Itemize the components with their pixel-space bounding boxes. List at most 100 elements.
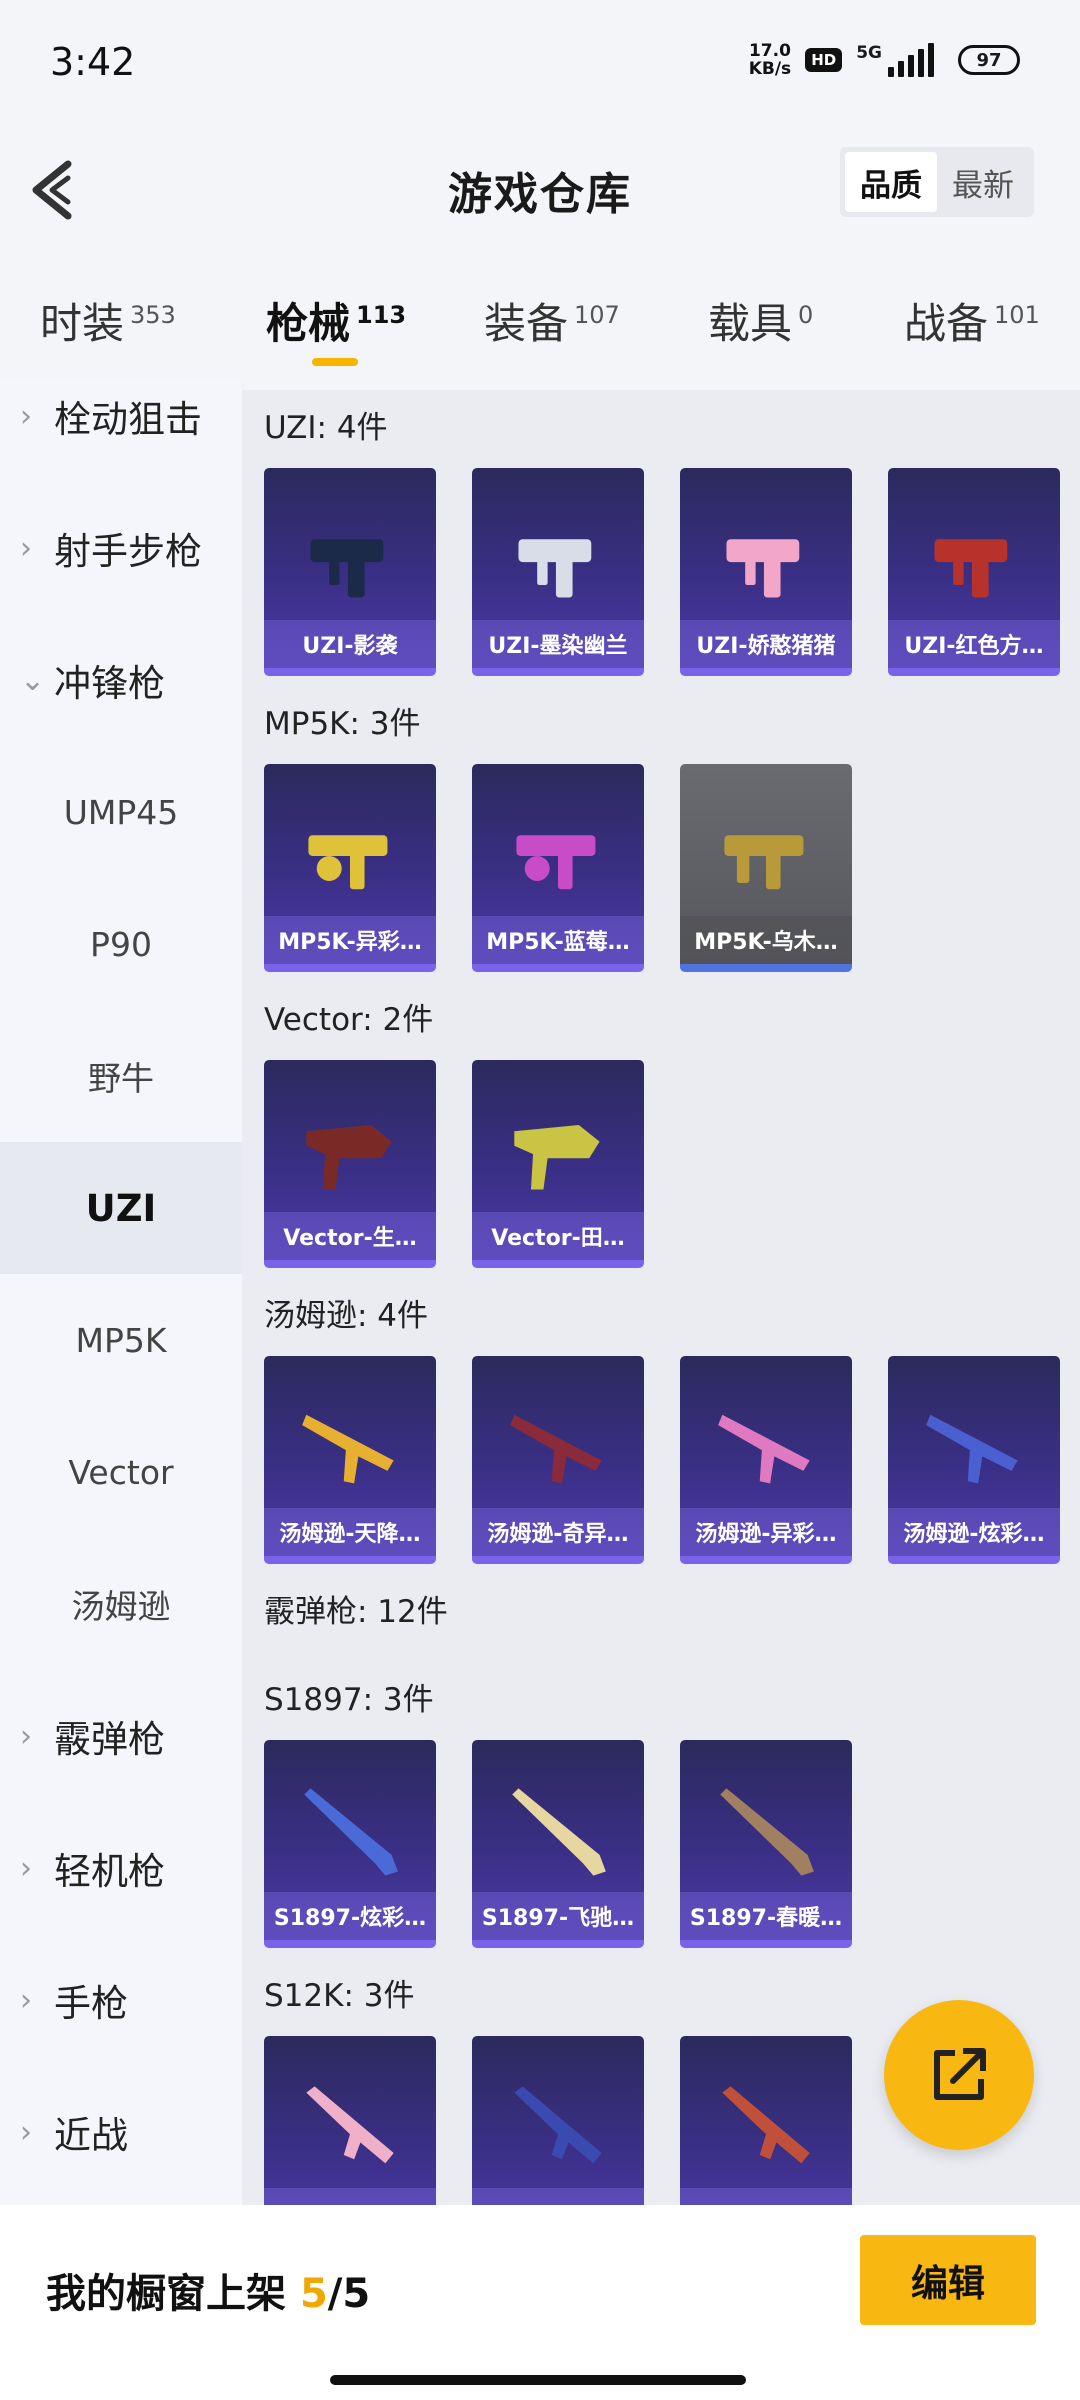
weapon-card[interactable]: 汤姆逊-天降… (264, 1356, 436, 1564)
sidebar-item-vector[interactable]: Vector (0, 1406, 242, 1538)
tab-supplies[interactable]: 战备 101 (904, 290, 1040, 370)
home-indicator[interactable] (330, 2375, 746, 2385)
hd-icon: HD (805, 48, 843, 72)
sidebar-item-bolt-sniper[interactable]: › 栓动狙击 (0, 380, 242, 482)
weapon-name: 汤姆逊-奇异… (472, 1508, 644, 1556)
sidebar-item-ump45[interactable]: UMP45 (0, 746, 242, 878)
sidebar-item-uzi[interactable]: UZI (0, 1142, 242, 1274)
weapon-card[interactable]: S1897-飞驰… (472, 1740, 644, 1948)
weapon-name (264, 2188, 436, 2205)
uzi-icon (726, 539, 800, 598)
weapon-name: MP5K-蓝莓… (472, 916, 644, 964)
weapon-name: 汤姆逊-天降… (264, 1508, 436, 1556)
weapon-card[interactable]: UZI-影袭 (264, 468, 436, 676)
status-icons: 17.0 KB/s HD 5G 97 (749, 42, 1020, 78)
chevron-down-icon: ⌄ (20, 662, 46, 698)
mp5k-icon (308, 835, 388, 890)
showcase-total-count: /5 (327, 2271, 371, 2317)
weapon-card[interactable]: Vector-生… (264, 1060, 436, 1268)
weapon-name (472, 2188, 644, 2205)
thompson-icon (718, 1414, 810, 1484)
shotgun-icon (720, 1788, 814, 1876)
mp5k-icon (724, 835, 804, 890)
sidebar-item-lmg[interactable]: › 轻机枪 (0, 1802, 242, 1934)
battery-icon: 97 (958, 45, 1020, 75)
weapon-name: 汤姆逊-异彩… (680, 1508, 852, 1556)
weapon-name: S1897-春暖… (680, 1892, 852, 1940)
weapon-card[interactable]: S1897-炫彩… (264, 1740, 436, 1948)
shotgun-icon (304, 1788, 398, 1876)
thompson-icon (302, 1414, 394, 1484)
weapon-name: S1897-飞驰… (472, 1892, 644, 1940)
weapon-card[interactable]: UZI-墨染幽兰 (472, 468, 644, 676)
weapon-card[interactable] (264, 2036, 436, 2205)
weapon-card[interactable]: Vector-田… (472, 1060, 644, 1268)
weapon-card[interactable]: 汤姆逊-炫彩… (888, 1356, 1060, 1564)
weapon-name: Vector-生… (264, 1212, 436, 1260)
weapon-name: MP5K-异彩… (264, 916, 436, 964)
uzi-icon (934, 539, 1008, 598)
status-time: 3:42 (50, 40, 136, 84)
weapon-card[interactable]: 汤姆逊-奇异… (472, 1356, 644, 1564)
weapon-card[interactable]: 汤姆逊-异彩… (680, 1356, 852, 1564)
weapon-card[interactable]: MP5K-乌木… (680, 764, 852, 972)
s12k-icon (306, 2086, 394, 2164)
tab-vehicles[interactable]: 载具 0 (708, 290, 813, 370)
header: 游戏仓库 品质 最新 (0, 130, 1080, 250)
showcase-label: 我的橱窗上架 5/5 (46, 2271, 371, 2317)
weapon-sidebar: › 栓动狙击 › 射手步枪 ⌄ 冲锋枪 UMP45 P90 野牛 UZI MP5K V… (0, 380, 242, 2205)
chevron-right-icon: › (20, 1718, 32, 1754)
sidebar-item-bizon[interactable]: 野牛 (0, 1010, 242, 1142)
group-title-shotgun: 霰弹枪: 12件 (264, 1594, 448, 1630)
thompson-icon (926, 1414, 1018, 1484)
sidebar-item-shotgun[interactable]: › 霰弹枪 (0, 1670, 242, 1802)
weapon-card[interactable]: UZI-娇憨猪猪 (680, 468, 852, 676)
uzi-icon (518, 539, 592, 598)
category-tabs: 时装 353 枪械 113 装备 107 载具 0 战备 101 (0, 290, 1080, 380)
weapon-name: MP5K-乌木… (680, 916, 852, 964)
showcase-current-count: 5 (299, 2271, 328, 2317)
sort-option-quality[interactable]: 品质 (845, 152, 937, 212)
weapon-grid: UZI: 4件 UZI-影袭 UZI-墨染幽兰 UZI-娇憨猪猪 UZI-红色方… (242, 390, 1080, 2205)
mp5k-icon (516, 835, 596, 890)
group-title-thompson: 汤姆逊: 4件 (264, 1298, 429, 1334)
tab-equipment[interactable]: 装备 107 (484, 290, 620, 370)
weapon-name: Vector-田… (472, 1212, 644, 1260)
vector-icon (514, 1124, 600, 1190)
s12k-icon (514, 2086, 602, 2164)
weapon-card[interactable] (680, 2036, 852, 2205)
signal-icon: 5G (856, 43, 934, 77)
sidebar-item-mp5k[interactable]: MP5K (0, 1274, 242, 1406)
weapon-card[interactable]: S1897-春暖… (680, 1740, 852, 1948)
edit-button[interactable]: 编辑 (860, 2235, 1036, 2325)
weapon-name: UZI-娇憨猪猪 (680, 620, 852, 668)
weapon-name: UZI-影袭 (264, 620, 436, 668)
shotgun-icon (512, 1788, 606, 1876)
group-title-uzi: UZI: 4件 (264, 410, 388, 446)
chevron-right-icon: › (20, 2114, 32, 2150)
sidebar-item-marksman[interactable]: › 射手步枪 (0, 482, 242, 614)
thompson-icon (510, 1414, 602, 1484)
sidebar-item-p90[interactable]: P90 (0, 878, 242, 1010)
weapon-name: S1897-炫彩… (264, 1892, 436, 1940)
sort-toggle: 品质 最新 (840, 147, 1034, 217)
weapon-card[interactable] (472, 2036, 644, 2205)
uzi-icon (310, 539, 384, 598)
sidebar-item-melee[interactable]: › 近战 (0, 2066, 242, 2198)
weapon-name (680, 2188, 852, 2205)
weapon-card[interactable]: MP5K-异彩… (264, 764, 436, 972)
sidebar-item-pistol[interactable]: › 手枪 (0, 1934, 242, 2066)
weapon-name: 汤姆逊-炫彩… (888, 1508, 1060, 1556)
tab-fashion[interactable]: 时装 353 (40, 290, 176, 370)
chevron-right-icon: › (20, 398, 32, 434)
sort-option-latest[interactable]: 最新 (937, 152, 1029, 212)
sidebar-item-thompson[interactable]: 汤姆逊 (0, 1538, 242, 1670)
group-title-s1897: S1897: 3件 (264, 1682, 434, 1718)
weapon-card[interactable]: MP5K-蓝莓… (472, 764, 644, 972)
group-title-s12k: S12K: 3件 (264, 1978, 415, 2014)
showcase-bar: 我的橱窗上架 5/5 编辑 (0, 2205, 1080, 2400)
weapon-card[interactable]: UZI-红色方… (888, 468, 1060, 676)
sidebar-item-smg[interactable]: ⌄ 冲锋枪 (0, 614, 242, 746)
active-tab-indicator (312, 358, 358, 366)
share-button[interactable] (884, 2000, 1034, 2150)
